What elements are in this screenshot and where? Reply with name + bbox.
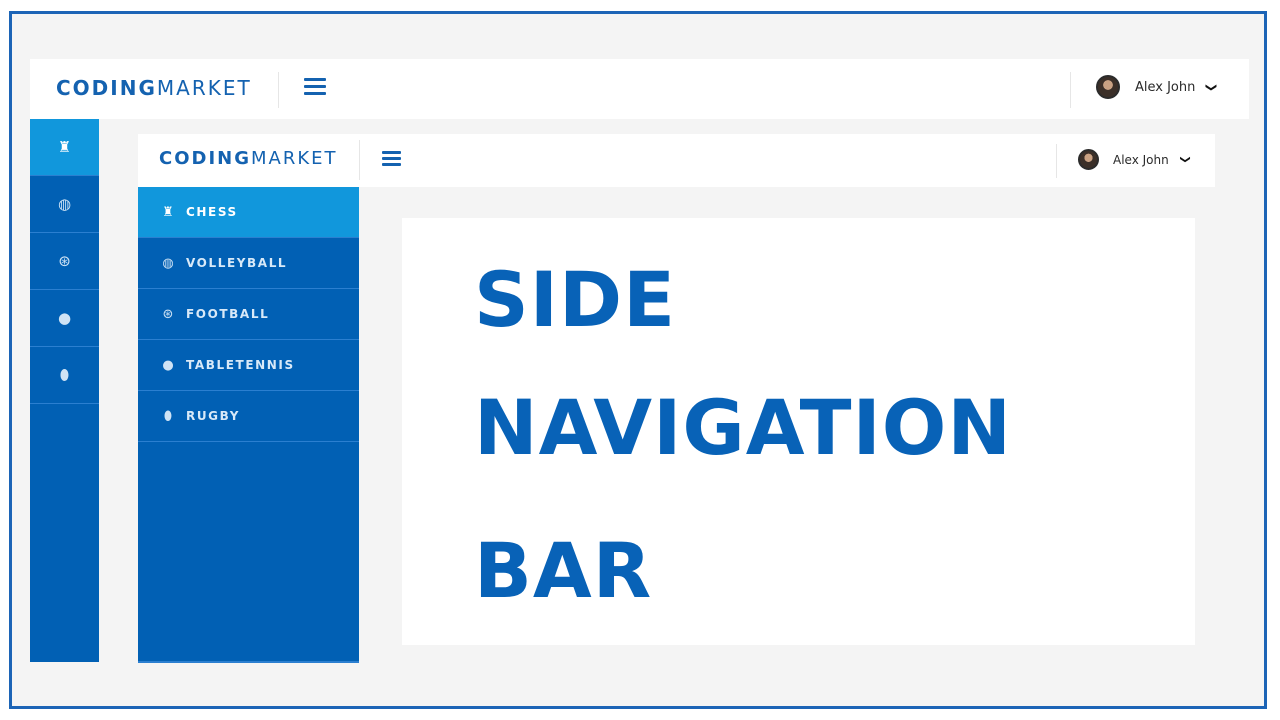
chess-icon: ♜ bbox=[162, 204, 174, 220]
sidebar-item-label: FOOTBALL bbox=[186, 307, 270, 321]
brand-logo[interactable]: CODINGMARKET bbox=[56, 76, 252, 100]
sidebar-item-label: RUGBY bbox=[186, 409, 241, 423]
tabletennis-icon: ● bbox=[57, 308, 72, 327]
volleyball-icon: ◍ bbox=[57, 194, 72, 213]
chess-icon: ♜ bbox=[57, 137, 72, 156]
sidebar-item-label: TABLETENNIS bbox=[186, 358, 295, 372]
inner-top-bar: CODINGMARKET Alex John ❯ bbox=[138, 134, 1215, 187]
sidebar-item-rugby[interactable]: ⬮ bbox=[30, 347, 99, 404]
sidebar-item-volleyball[interactable]: ◍ bbox=[30, 176, 99, 233]
user-name: Alex John bbox=[1113, 152, 1169, 167]
volleyball-icon: ◍ bbox=[162, 255, 174, 271]
header-divider bbox=[1070, 72, 1071, 108]
brand-logo-light: MARKET bbox=[156, 76, 252, 100]
collapsed-sidebar: ♜ ◍ ⊛ ● ⬮ bbox=[30, 119, 99, 662]
brand-logo-strong: CODING bbox=[56, 76, 157, 100]
chevron-down-icon: ❯ bbox=[1205, 82, 1219, 92]
brand-logo-strong: CODING bbox=[159, 148, 251, 169]
sidebar-item-football[interactable]: ⊛ bbox=[30, 233, 99, 290]
header-divider bbox=[1056, 144, 1057, 178]
tabletennis-icon: ● bbox=[162, 357, 174, 373]
football-icon: ⊛ bbox=[162, 306, 174, 322]
rugby-icon: ⬮ bbox=[163, 408, 173, 424]
header-divider bbox=[359, 140, 360, 180]
brand-logo[interactable]: CODINGMARKET bbox=[159, 148, 338, 169]
headline-line: BAR bbox=[474, 526, 653, 615]
sidebar-item-rugby[interactable]: ⬮ RUGBY bbox=[138, 391, 359, 442]
football-icon: ⊛ bbox=[58, 251, 71, 270]
chevron-down-icon: ❯ bbox=[1179, 155, 1191, 164]
sidebar-item-volleyball[interactable]: ◍ VOLLEYBALL bbox=[138, 238, 359, 289]
menu-toggle-icon[interactable] bbox=[304, 78, 326, 95]
user-menu[interactable]: Alex John ❯ bbox=[1078, 149, 1191, 170]
sidebar-item-football[interactable]: ⊛ FOOTBALL bbox=[138, 289, 359, 340]
header-divider bbox=[278, 72, 279, 108]
headline-line: NAVIGATION bbox=[474, 383, 1012, 472]
outer-top-bar: CODINGMARKET Alex John ❯ bbox=[30, 59, 1249, 119]
brand-logo-light: MARKET bbox=[251, 148, 338, 169]
sidebar-item-tabletennis[interactable]: ● bbox=[30, 290, 99, 347]
sidebar-item-label: CHESS bbox=[186, 205, 238, 219]
headline-line: SIDE bbox=[474, 255, 677, 344]
menu-toggle-icon[interactable] bbox=[382, 151, 401, 166]
sidebar-item-tabletennis[interactable]: ● TABLETENNIS bbox=[138, 340, 359, 391]
content-card: SIDE NAVIGATION BAR bbox=[402, 218, 1195, 645]
sidebar-item-label: VOLLEYBALL bbox=[186, 256, 288, 270]
sidebar-item-chess[interactable]: ♜ CHESS bbox=[138, 187, 359, 238]
rugby-icon: ⬮ bbox=[59, 365, 70, 384]
sidebar-item-chess[interactable]: ♜ bbox=[30, 119, 99, 176]
user-menu[interactable]: Alex John ❯ bbox=[1096, 75, 1219, 99]
avatar bbox=[1096, 75, 1120, 99]
expanded-sidebar: ♜ CHESS ◍ VOLLEYBALL ⊛ FOOTBALL ● TABLET… bbox=[138, 187, 359, 663]
avatar bbox=[1078, 149, 1099, 170]
user-name: Alex John bbox=[1135, 79, 1196, 95]
